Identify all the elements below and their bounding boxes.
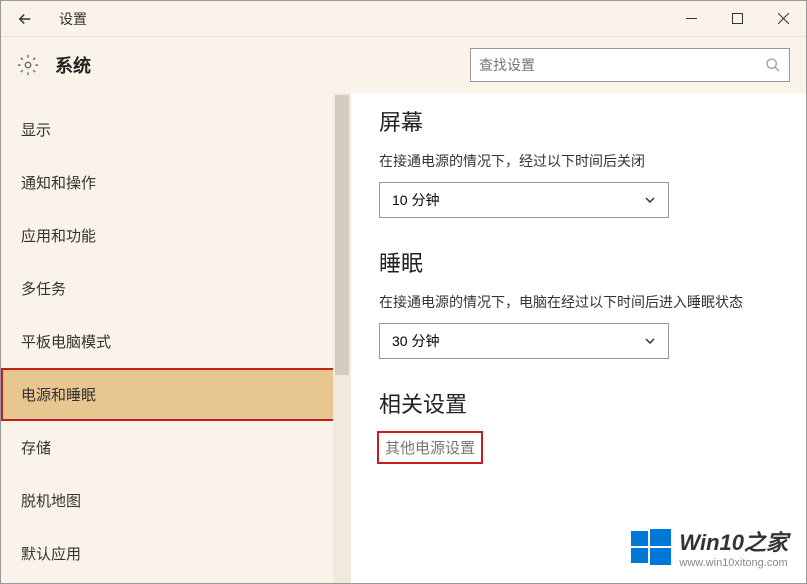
sidebar-item-display[interactable]: 显示: [1, 103, 351, 156]
other-power-settings-link[interactable]: 其他电源设置: [379, 433, 481, 462]
main-panel: 屏幕 在接通电源的情况下，经过以下时间后关闭 10 分钟 睡眠 在接通电源的情况…: [351, 93, 806, 583]
sidebar-scrollbar[interactable]: [333, 93, 351, 583]
sidebar-item-power-sleep[interactable]: 电源和睡眠: [1, 368, 351, 421]
sidebar-item-default-apps[interactable]: 默认应用: [1, 527, 351, 580]
screen-timeout-value: 10 分钟: [392, 190, 644, 210]
maximize-icon: [732, 13, 743, 24]
sleep-label: 在接通电源的情况下，电脑在经过以下时间后进入睡眠状态: [379, 292, 778, 313]
header: 系统: [1, 37, 806, 93]
sidebar-item-multitask[interactable]: 多任务: [1, 262, 351, 315]
section-sleep: 睡眠 在接通电源的情况下，电脑在经过以下时间后进入睡眠状态 30 分钟: [379, 246, 778, 359]
minimize-icon: [686, 13, 697, 24]
sidebar-item-tablet[interactable]: 平板电脑模式: [1, 315, 351, 368]
sleep-timeout-value: 30 分钟: [392, 331, 644, 351]
scrollbar-thumb[interactable]: [335, 95, 349, 375]
window-controls: [668, 1, 806, 37]
back-arrow-icon: [16, 10, 34, 28]
sidebar-item-storage[interactable]: 存储: [1, 421, 351, 474]
sidebar: 显示 通知和操作 应用和功能 多任务 平板电脑模式 电源和睡眠 存储 脱机地图 …: [1, 93, 351, 583]
watermark-sub: www.win10xitong.com: [679, 557, 788, 569]
related-heading: 相关设置: [379, 387, 778, 419]
windows-logo-icon: [631, 527, 671, 567]
screen-label: 在接通电源的情况下，经过以下时间后关闭: [379, 151, 778, 172]
sleep-timeout-dropdown[interactable]: 30 分钟: [379, 323, 669, 359]
close-icon: [778, 13, 789, 24]
gear-icon: [17, 54, 39, 76]
search-box[interactable]: [470, 48, 790, 82]
watermark-main: Win10之家: [679, 525, 788, 557]
page-title: 系统: [55, 52, 91, 78]
window-title: 设置: [59, 9, 87, 29]
content: 显示 通知和操作 应用和功能 多任务 平板电脑模式 电源和睡眠 存储 脱机地图 …: [1, 93, 806, 583]
minimize-button[interactable]: [668, 1, 714, 37]
chevron-down-icon: [644, 335, 656, 347]
close-button[interactable]: [760, 1, 806, 37]
watermark: Win10之家 www.win10xitong.com: [631, 525, 788, 569]
back-button[interactable]: [1, 1, 49, 37]
watermark-text: Win10之家 www.win10xitong.com: [679, 525, 788, 569]
sidebar-item-notifications[interactable]: 通知和操作: [1, 156, 351, 209]
maximize-button[interactable]: [714, 1, 760, 37]
titlebar: 设置: [1, 1, 806, 37]
sleep-heading: 睡眠: [379, 246, 778, 278]
screen-timeout-dropdown[interactable]: 10 分钟: [379, 182, 669, 218]
section-screen: 屏幕 在接通电源的情况下，经过以下时间后关闭 10 分钟: [379, 105, 778, 218]
sidebar-item-offline-maps[interactable]: 脱机地图: [1, 474, 351, 527]
sidebar-item-apps[interactable]: 应用和功能: [1, 209, 351, 262]
chevron-down-icon: [644, 194, 656, 206]
search-input[interactable]: [479, 57, 765, 73]
search-icon: [765, 57, 781, 73]
screen-heading: 屏幕: [379, 105, 778, 137]
section-related: 相关设置 其他电源设置: [379, 387, 778, 462]
